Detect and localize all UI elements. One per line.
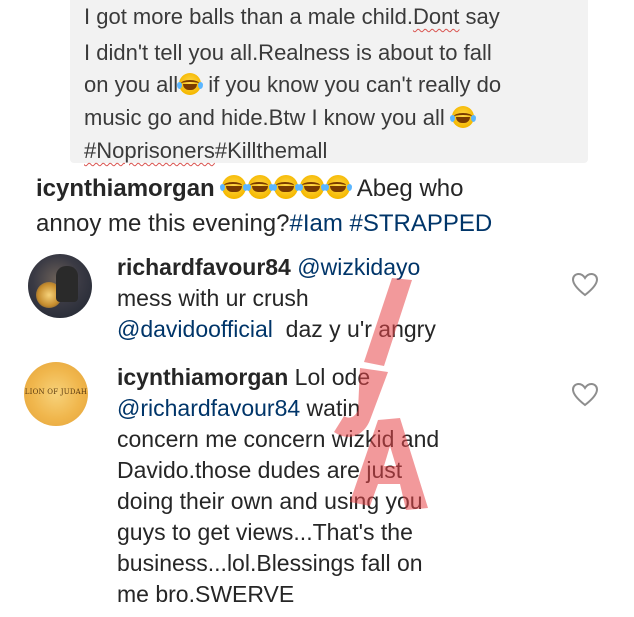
post-text: Abeg who (356, 175, 464, 202)
comment-2-text-line: guys to get views...That's the (117, 519, 413, 545)
face-with-tears-of-joy-icon (177, 73, 204, 95)
caption-text: music go and hide.Btw I know you all (84, 105, 451, 130)
comment-2-text-line: doing their own and using you (117, 488, 423, 514)
comment-1-line-2: mess with ur crush (117, 283, 309, 314)
screenshot: I got more balls than a male child.Dont … (0, 0, 634, 617)
hashtag: #Killthemall (214, 138, 328, 163)
comment-2-text-line: me bro.SWERVE (117, 581, 295, 607)
caption-text: I got more balls than a male child. (84, 4, 413, 29)
misspelled-word: Dont (412, 4, 460, 29)
comment-username[interactable]: icynthiamorgan (117, 364, 288, 390)
hashtag-link[interactable]: #Iam (290, 210, 343, 237)
hashtag: #Noprisoners (84, 138, 215, 163)
caption-text: on you all (84, 72, 179, 97)
caption-line-2: I didn't tell you all.Realness is about … (84, 39, 492, 67)
face-with-tears-of-joy-icon (324, 175, 353, 199)
comment-2-text-line: business...lol.Blessings fall on (117, 550, 423, 576)
face-with-tears-of-joy-icon (298, 175, 327, 199)
heart-outline-icon[interactable] (572, 383, 598, 407)
mention-link[interactable]: @davidoofficial (117, 316, 273, 342)
comment-1-line-1: richardfavour84 @wizkidayo (117, 252, 420, 283)
mention-link[interactable]: @richardfavour84 (117, 395, 300, 421)
caption-line-3: on you all if you know you can't really … (84, 71, 501, 99)
comment-2-line-1: icynthiamorgan Lol ode (117, 362, 370, 393)
lion-of-judah-avatar-icon[interactable]: LION OF JUDAH (24, 362, 88, 426)
comment-2-line-2: @richardfavour84 watin (117, 393, 360, 424)
post-username[interactable]: icynthiamorgan (36, 175, 215, 202)
caption-line-4: music go and hide.Btw I know you all (84, 104, 476, 132)
comment-text: daz y u'r angry (272, 316, 436, 342)
caption-text: if you know you can't really do (202, 72, 502, 97)
profile-photo-icon[interactable] (28, 254, 92, 318)
caption-text: say (459, 4, 500, 29)
caption-text: I didn't tell you all.Realness is about … (84, 40, 492, 65)
heart-outline-icon[interactable] (572, 273, 598, 297)
comment-text: mess with ur crush (117, 285, 309, 311)
post-line-1: icynthiamorgan Abeg who (36, 174, 463, 204)
face-with-tears-of-joy-icon (246, 175, 275, 199)
face-with-tears-of-joy-icon (449, 106, 476, 128)
comment-1-line-3: @davidoofficial daz y u'r angry (117, 314, 436, 345)
caption-line-1: I got more balls than a male child.Dont … (84, 3, 500, 31)
comment-2-text-line: Davido.those dudes are just (117, 457, 403, 483)
emoji-group (220, 175, 356, 202)
comment-text: Lol ode (288, 364, 371, 390)
post-line-2: annoy me this evening?#Iam #STRAPPED (36, 209, 492, 239)
face-with-tears-of-joy-icon (272, 175, 301, 199)
hashtag-link[interactable]: #STRAPPED (350, 210, 493, 237)
comment-text: watin (300, 395, 361, 421)
mention-link[interactable]: @wizkidayo (297, 254, 420, 280)
comment-username[interactable]: richardfavour84 (117, 254, 291, 280)
face-with-tears-of-joy-icon (220, 175, 249, 199)
caption-line-5: #Noprisoners#Killthemall (84, 137, 327, 165)
comment-2-text-line: concern me concern wizkid and (117, 426, 440, 452)
post-text: annoy me this evening? (36, 210, 290, 237)
